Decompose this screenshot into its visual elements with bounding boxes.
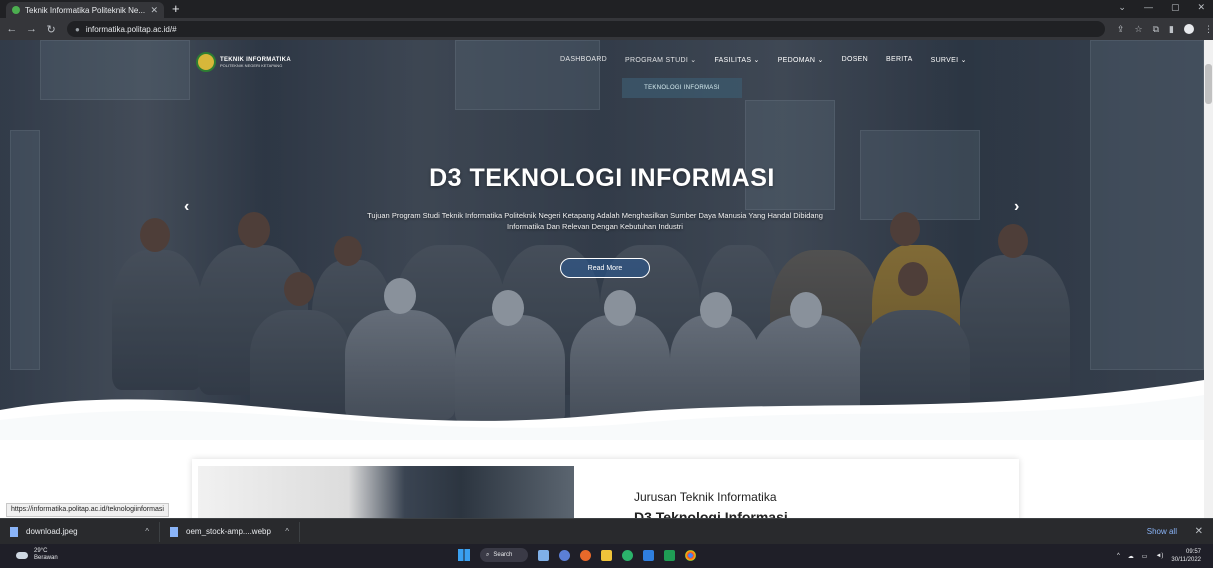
close-window-button[interactable]: ✕ <box>1197 2 1205 13</box>
site-favicon-icon <box>12 6 20 14</box>
back-arrow-icon[interactable]: ← <box>4 23 20 35</box>
menu-kebab-icon[interactable]: ⋮ <box>1204 24 1213 35</box>
download-item[interactable]: download.jpeg ^ <box>0 521 160 542</box>
taskbar-apps: ⌕ Search <box>458 548 696 562</box>
store-icon[interactable] <box>643 549 654 561</box>
tab-search-icon[interactable]: ⌄ <box>1118 2 1126 13</box>
slide-title: D3 TEKNOLOGI INFORMASI <box>429 164 775 192</box>
download-filename: oem_stock-amp....webp <box>186 527 271 536</box>
next-slide-arrow-icon[interactable]: › <box>1014 198 1019 216</box>
nav-fasilitas[interactable]: FASILITAS ⌄ <box>714 56 759 64</box>
nav-survei[interactable]: SURVEI ⌄ <box>931 56 967 64</box>
page-viewport: TEKNIK INFORMATIKA POLITEKNIK NEGERI KET… <box>0 40 1213 518</box>
chrome-icon[interactable] <box>685 549 696 561</box>
main-nav: DASHBOARD PROGRAM STUDI ⌄ FASILITAS ⌄ PE… <box>560 56 967 64</box>
nav-berita[interactable]: BERITA <box>886 56 913 64</box>
os-taskbar: 29°C Berawan ⌕ Search ^ ☁ ▭ ◄) 09:57 30/… <box>0 544 1213 568</box>
file-explorer-icon[interactable] <box>601 549 612 561</box>
nav-dashboard[interactable]: DASHBOARD <box>560 56 607 64</box>
file-icon <box>10 526 18 537</box>
browser-tab-bar: Teknik Informatika Politeknik Ne... ✕ + … <box>0 0 1213 18</box>
site-logo[interactable]: TEKNIK INFORMATIKA POLITEKNIK NEGERI KET… <box>196 52 291 72</box>
chat-icon[interactable] <box>559 549 570 561</box>
show-all-downloads-link[interactable]: Show all <box>1147 527 1177 536</box>
taskbar-search-label: Search <box>493 552 513 558</box>
toolbar-icons: ⇪ ☆ ⧉ ▮ ⋮ <box>1117 23 1213 35</box>
weather-text: 29°C Berawan <box>34 548 58 562</box>
nav-program-studi[interactable]: PROGRAM STUDI ⌄ <box>625 56 696 64</box>
maximize-button[interactable]: ▢ <box>1171 2 1180 13</box>
weather-widget[interactable]: 29°C Berawan <box>16 548 58 562</box>
address-bar-url: informatika.politap.ac.id/# <box>85 24 177 34</box>
downloads-bar: download.jpeg ^ oem_stock-amp....webp ^ … <box>0 518 1213 544</box>
tab-title: Teknik Informatika Politeknik Ne... <box>25 5 146 15</box>
search-icon: ⌕ <box>486 551 490 558</box>
scrollbar-thumb[interactable] <box>1205 64 1212 104</box>
app-icon[interactable] <box>664 549 675 561</box>
clock-time: 09:57 <box>1185 549 1201 555</box>
windows-start-icon[interactable] <box>458 549 470 561</box>
card-subheading: D3 Teknologi Informasi <box>634 509 788 518</box>
file-icon <box>170 526 178 537</box>
clock-date: 30/11/2022 <box>1171 557 1201 563</box>
download-item[interactable]: oem_stock-amp....webp ^ <box>160 521 300 542</box>
intro-card: Jurusan Teknik Informatika D3 Teknologi … <box>192 459 1019 518</box>
weather-temp: 29°C <box>34 548 48 554</box>
card-heading: Jurusan Teknik Informatika <box>634 490 777 504</box>
window-controls: ⌄ — ▢ ✕ <box>1118 2 1205 13</box>
minimize-button[interactable]: — <box>1144 2 1153 13</box>
download-filename: download.jpeg <box>26 527 78 536</box>
network-icon[interactable]: ☁ <box>1128 553 1134 560</box>
bookmark-star-icon[interactable]: ☆ <box>1135 24 1143 35</box>
taskbar-search[interactable]: ⌕ Search <box>480 548 528 562</box>
logo-subtitle: POLITEKNIK NEGERI KETAPANG <box>220 62 283 68</box>
address-bar[interactable]: ● informatika.politap.ac.id/# <box>66 21 1105 37</box>
forward-arrow-icon[interactable]: → <box>24 23 40 35</box>
logo-text: TEKNIK INFORMATIKA POLITEKNIK NEGERI KET… <box>220 57 291 68</box>
hero-wave <box>0 380 1204 440</box>
lock-icon: ● <box>74 24 80 34</box>
system-tray: ^ ☁ ▭ ◄) 09:57 30/11/2022 <box>1117 548 1201 564</box>
profile-avatar[interactable] <box>1183 23 1194 34</box>
close-tab-icon[interactable]: ✕ <box>150 5 158 16</box>
reload-icon[interactable]: ↻ <box>43 23 59 36</box>
new-tab-button[interactable]: + <box>172 1 180 16</box>
volume-icon[interactable]: ◄) <box>1155 553 1163 559</box>
spotify-icon[interactable] <box>622 549 633 561</box>
nav-pedoman[interactable]: PEDOMAN ⌄ <box>778 56 824 64</box>
extensions-icon[interactable]: ⧉ <box>1153 24 1159 35</box>
cloud-icon <box>16 551 28 559</box>
browser-tab[interactable]: Teknik Informatika Politeknik Ne... ✕ <box>6 2 164 18</box>
nav-dosen[interactable]: DOSEN <box>842 56 868 64</box>
dropdown-item-teknologi-informasi[interactable]: TEKNOLOGI INFORMASI <box>622 78 742 98</box>
task-view-icon[interactable] <box>538 549 549 561</box>
emblem-icon <box>196 52 216 72</box>
clock[interactable]: 09:57 30/11/2022 <box>1171 548 1201 564</box>
weather-desc: Berawan <box>34 555 58 561</box>
intro-card-image <box>198 466 574 518</box>
link-status-url: https://informatika.politap.ac.id/teknol… <box>6 503 169 517</box>
tray-chevron-icon[interactable]: ^ <box>1117 553 1120 559</box>
chevron-up-icon[interactable]: ^ <box>145 527 149 536</box>
share-icon[interactable]: ⇪ <box>1117 24 1125 35</box>
slide-description: Tujuan Program Studi Teknik Informatika … <box>367 211 823 231</box>
sidepanel-icon[interactable]: ▮ <box>1169 24 1174 35</box>
page-scrollbar[interactable] <box>1204 40 1213 518</box>
close-downloads-icon[interactable]: ✕ <box>1195 526 1203 537</box>
firefox-icon[interactable] <box>580 549 591 561</box>
browser-toolbar: ← → ↻ ● informatika.politap.ac.id/# ⇪ ☆ … <box>0 18 1213 40</box>
display-icon[interactable]: ▭ <box>1142 553 1148 560</box>
chevron-up-icon[interactable]: ^ <box>285 527 289 536</box>
prev-slide-arrow-icon[interactable]: ‹ <box>184 198 189 216</box>
read-more-button[interactable]: Read More <box>560 258 650 278</box>
